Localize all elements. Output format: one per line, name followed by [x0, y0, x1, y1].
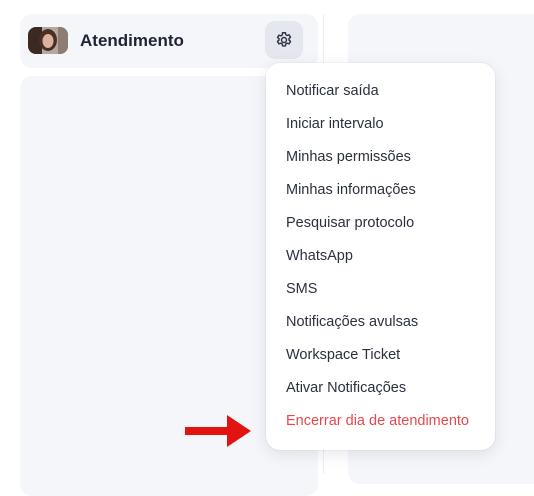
- menu-item-minhas-permissoes[interactable]: Minhas permissões: [266, 141, 495, 174]
- menu-item-workspace-ticket[interactable]: Workspace Ticket: [266, 339, 495, 372]
- menu-item-notificacoes-avulsas[interactable]: Notificações avulsas: [266, 306, 495, 339]
- gear-icon: [276, 32, 292, 47]
- menu-item-whatsapp[interactable]: WhatsApp: [266, 240, 495, 273]
- settings-button[interactable]: [265, 21, 303, 59]
- menu-item-pesquisar-protocolo[interactable]: Pesquisar protocolo: [266, 207, 495, 240]
- menu-item-iniciar-intervalo[interactable]: Iniciar intervalo: [266, 108, 495, 141]
- avatar[interactable]: [28, 27, 68, 54]
- page-title: Atendimento: [80, 31, 184, 50]
- menu-item-ativar-notificacoes[interactable]: Ativar Notificações: [266, 372, 495, 405]
- menu-item-encerrar-dia[interactable]: Encerrar dia de atendimento: [266, 405, 495, 438]
- settings-dropdown-menu: Notificar saída Iniciar intervalo Minhas…: [266, 63, 495, 450]
- sidebar-header: Atendimento: [20, 14, 318, 68]
- menu-item-minhas-informacoes[interactable]: Minhas informações: [266, 174, 495, 207]
- arrow-right-icon: [185, 415, 251, 447]
- menu-item-sms[interactable]: SMS: [266, 273, 495, 306]
- menu-item-notificar-saida[interactable]: Notificar saída: [266, 75, 495, 108]
